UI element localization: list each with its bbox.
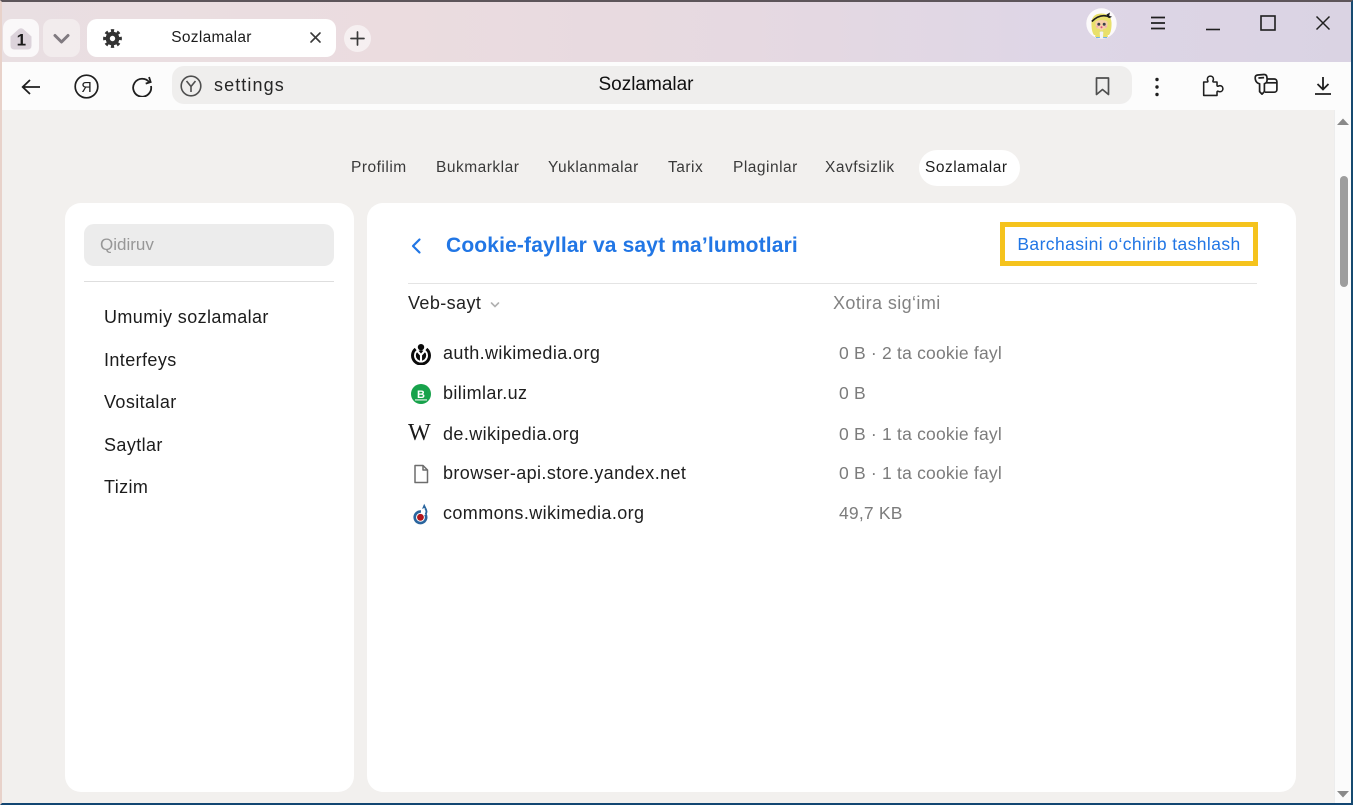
svg-text:B: B <box>417 389 425 401</box>
svg-text:1: 1 <box>17 31 26 50</box>
svg-text:Я: Я <box>81 80 91 96</box>
